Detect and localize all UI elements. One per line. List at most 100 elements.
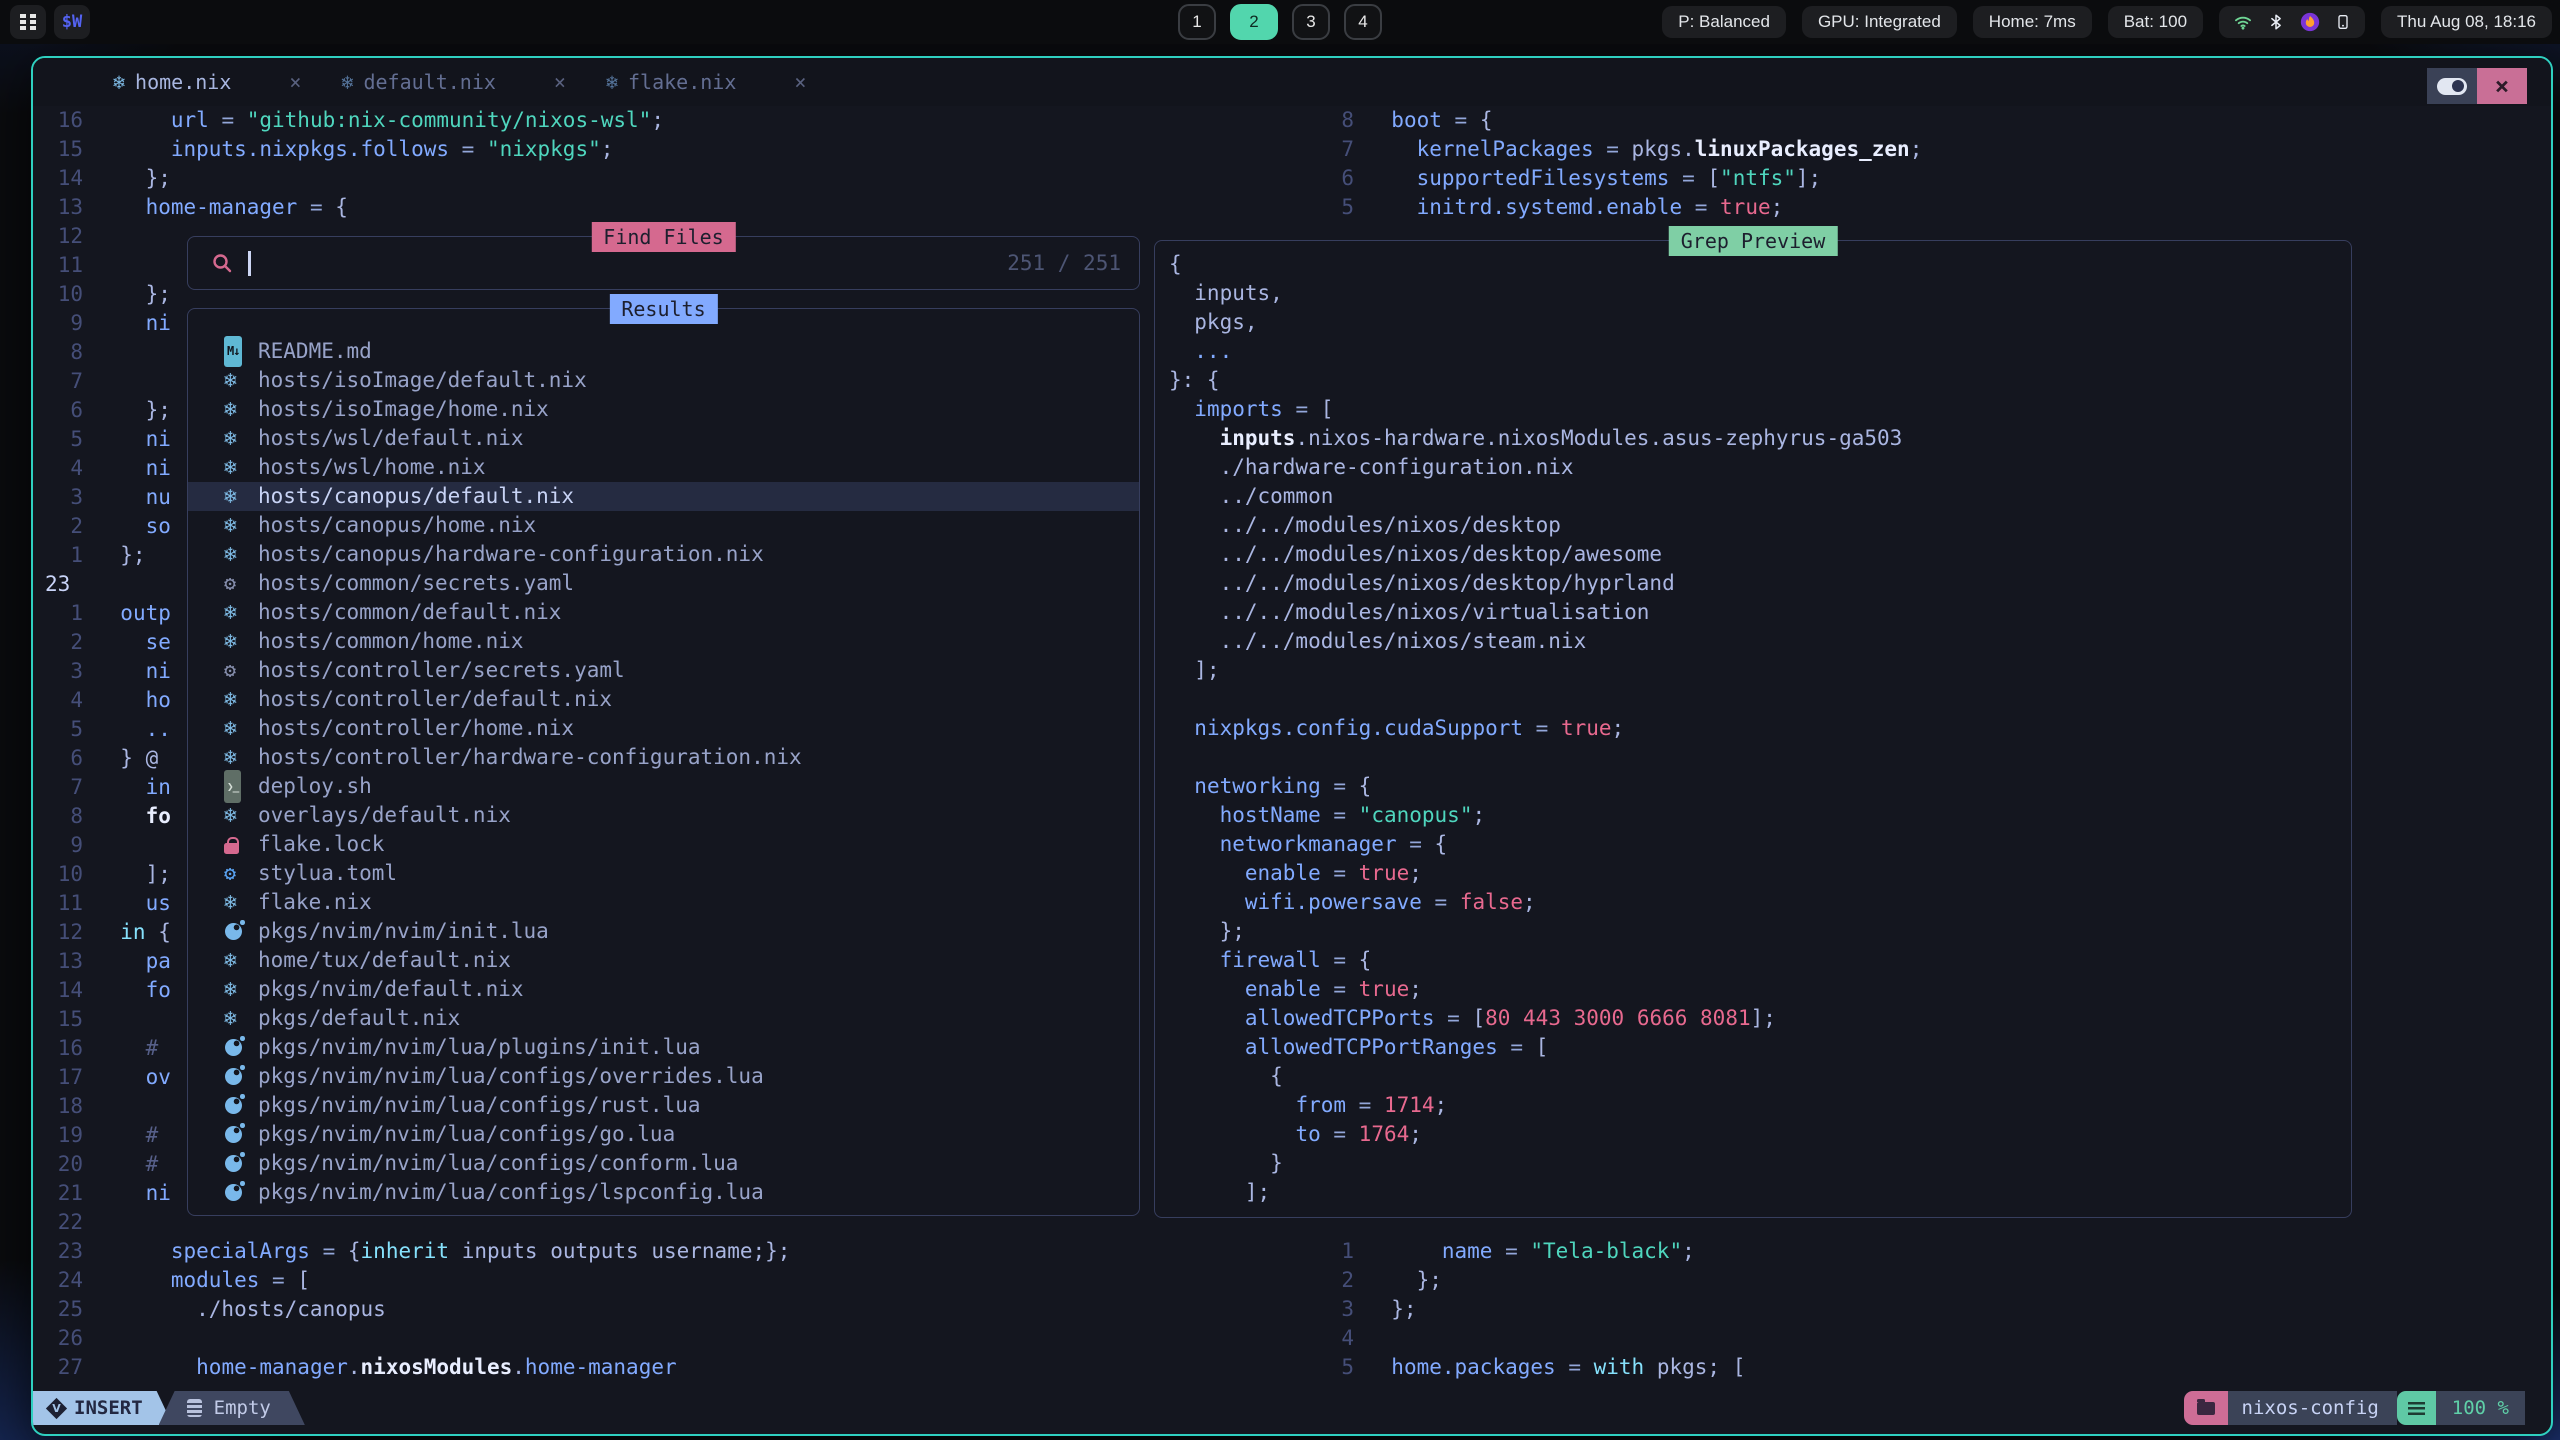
code-line[interactable]: hostName = "canopus"; (1169, 801, 2351, 830)
code-line[interactable]: inputs.nixos-hardware.nixosModules.asus-… (1169, 424, 2351, 453)
code-line[interactable]: firewall = { (1169, 946, 2351, 975)
lock-file-icon (224, 836, 258, 854)
lua-file-icon (224, 1068, 258, 1085)
code-line[interactable]: 14 }; (33, 164, 790, 193)
code-line[interactable]: ]; (1169, 656, 2351, 685)
mode-label: INSERT (74, 1397, 143, 1419)
result-row[interactable]: hosts/common/default.nix (188, 598, 1139, 627)
result-row[interactable]: hosts/controller/home.nix (188, 714, 1139, 743)
code-line[interactable]: 24 modules = [ (33, 1266, 790, 1295)
result-row[interactable]: pkgs/default.nix (188, 1004, 1139, 1033)
result-row[interactable]: flake.nix (188, 888, 1139, 917)
code-line[interactable]: }; (1169, 917, 2351, 946)
code-line[interactable]: networking = { (1169, 772, 2351, 801)
result-row[interactable]: deploy.sh (188, 772, 1139, 801)
code-line[interactable] (1169, 743, 2351, 772)
code-line[interactable]: imports = [ (1169, 395, 2351, 424)
result-row[interactable]: pkgs/nvim/nvim/lua/configs/lspconfig.lua (188, 1178, 1139, 1207)
result-row[interactable]: stylua.toml (188, 859, 1139, 888)
result-row[interactable]: hosts/canopus/default.nix (188, 482, 1139, 511)
code-line[interactable]: } (1169, 1149, 2351, 1178)
code-line[interactable]: enable = true; (1169, 975, 2351, 1004)
code-line[interactable]: ../../modules/nixos/desktop/awesome (1169, 540, 2351, 569)
result-row[interactable]: home/tux/default.nix (188, 946, 1139, 975)
workspace-button-2[interactable]: 2 (1230, 4, 1278, 40)
result-row[interactable]: pkgs/nvim/nvim/lua/configs/rust.lua (188, 1091, 1139, 1120)
code-line[interactable]: { (1169, 1062, 2351, 1091)
result-row[interactable]: hosts/canopus/home.nix (188, 511, 1139, 540)
result-row[interactable]: hosts/controller/hardware-configuration.… (188, 743, 1139, 772)
find-files-input[interactable]: Find Files 251 / 251 (187, 236, 1140, 290)
code-line[interactable]: 4 (1318, 1324, 1745, 1353)
code-line[interactable]: 7 kernelPackages = pkgs.linuxPackages_ze… (1318, 135, 1922, 164)
code-line[interactable]: enable = true; (1169, 859, 2351, 888)
code-line[interactable]: 16 url = "github:nix-community/nixos-wsl… (33, 106, 790, 135)
right-editor-pane-top[interactable]: 8 boot = {7 kernelPackages = pkgs.linuxP… (1318, 106, 1922, 222)
result-row[interactable]: hosts/isoImage/default.nix (188, 366, 1139, 395)
wifi-icon[interactable] (2233, 12, 2253, 32)
line-number: 3 (1318, 1295, 1354, 1324)
code-line[interactable]: ../../modules/nixos/desktop (1169, 511, 2351, 540)
launcher-button[interactable] (10, 5, 46, 39)
right-editor-pane-bottom[interactable]: 1 name = "Tela-black";2 };3 };45 home.pa… (1318, 1237, 1745, 1382)
code-line[interactable]: 25 ./hosts/canopus (33, 1295, 790, 1324)
result-row[interactable]: pkgs/nvim/nvim/lua/configs/overrides.lua (188, 1062, 1139, 1091)
code-line[interactable]: }: { (1169, 366, 2351, 395)
code-line[interactable]: 26 (33, 1324, 790, 1353)
result-row[interactable]: pkgs/nvim/nvim/init.lua (188, 917, 1139, 946)
code-line[interactable]: to = 1764; (1169, 1120, 2351, 1149)
result-row[interactable]: pkgs/nvim/nvim/lua/plugins/init.lua (188, 1033, 1139, 1062)
code-line[interactable]: 5 initrd.systemd.enable = true; (1318, 193, 1922, 222)
code-line[interactable]: allowedTCPPortRanges = [ (1169, 1033, 2351, 1062)
result-row[interactable]: README.md (188, 337, 1139, 366)
code-line[interactable]: ../../modules/nixos/steam.nix (1169, 627, 2351, 656)
code-line[interactable]: ... (1169, 337, 2351, 366)
result-row[interactable]: pkgs/nvim/nvim/lua/configs/go.lua (188, 1120, 1139, 1149)
result-row[interactable]: hosts/isoImage/home.nix (188, 395, 1139, 424)
line-number: 5 (1318, 193, 1354, 222)
code-line[interactable]: 5 home.packages = with pkgs; [ (1318, 1353, 1745, 1382)
logo-button[interactable]: $W (54, 5, 90, 39)
hotspot-icon[interactable] (2299, 11, 2321, 33)
result-row[interactable]: pkgs/nvim/nvim/lua/configs/conform.lua (188, 1149, 1139, 1178)
result-row[interactable]: hosts/common/secrets.yaml (188, 569, 1139, 598)
code-line[interactable]: ../../modules/nixos/virtualisation (1169, 598, 2351, 627)
clock[interactable]: Thu Aug 08, 18:16 (2381, 6, 2552, 38)
code-line[interactable]: 6 supportedFilesystems = ["ntfs"]; (1318, 164, 1922, 193)
result-row[interactable]: hosts/wsl/home.nix (188, 453, 1139, 482)
code-line[interactable]: nixpkgs.config.cudaSupport = true; (1169, 714, 2351, 743)
code-line[interactable]: from = 1714; (1169, 1091, 2351, 1120)
result-row[interactable]: hosts/controller/default.nix (188, 685, 1139, 714)
code-line[interactable] (1169, 685, 2351, 714)
code-line[interactable]: wifi.powersave = false; (1169, 888, 2351, 917)
code-line[interactable]: 1 name = "Tela-black"; (1318, 1237, 1745, 1266)
bluetooth-icon[interactable] (2267, 12, 2285, 32)
code-line[interactable]: 13 home-manager = { (33, 193, 790, 222)
result-row[interactable]: hosts/wsl/default.nix (188, 424, 1139, 453)
result-row[interactable]: flake.lock (188, 830, 1139, 859)
result-row[interactable]: overlays/default.nix (188, 801, 1139, 830)
code-line[interactable]: 15 inputs.nixpkgs.follows = "nixpkgs"; (33, 135, 790, 164)
phone-icon[interactable] (2335, 12, 2351, 32)
code-line[interactable]: ]; (1169, 1178, 2351, 1207)
code-line[interactable]: ../../modules/nixos/desktop/hyprland (1169, 569, 2351, 598)
code-line[interactable]: networkmanager = { (1169, 830, 2351, 859)
result-row[interactable]: pkgs/nvim/default.nix (188, 975, 1139, 1004)
line-number: 4 (33, 454, 83, 483)
result-row[interactable]: hosts/canopus/hardware-configuration.nix (188, 540, 1139, 569)
code-line[interactable]: 8 boot = { (1318, 106, 1922, 135)
code-line[interactable]: 2 }; (1318, 1266, 1745, 1295)
workspace-button-3[interactable]: 3 (1292, 4, 1330, 40)
code-line[interactable]: ./hardware-configuration.nix (1169, 453, 2351, 482)
code-line[interactable]: allowedTCPPorts = [80 443 3000 6666 8081… (1169, 1004, 2351, 1033)
code-line[interactable]: 3 }; (1318, 1295, 1745, 1324)
code-line[interactable]: pkgs, (1169, 308, 2351, 337)
code-line[interactable]: inputs, (1169, 279, 2351, 308)
result-row[interactable]: hosts/controller/secrets.yaml (188, 656, 1139, 685)
result-row[interactable]: hosts/common/home.nix (188, 627, 1139, 656)
workspace-button-4[interactable]: 4 (1344, 4, 1382, 40)
code-line[interactable]: 27 home-manager.nixosModules.home-manage… (33, 1353, 790, 1382)
workspace-button-1[interactable]: 1 (1178, 4, 1216, 40)
code-line[interactable]: ../common (1169, 482, 2351, 511)
code-line[interactable]: 23 specialArgs = {inherit inputs outputs… (33, 1237, 790, 1266)
